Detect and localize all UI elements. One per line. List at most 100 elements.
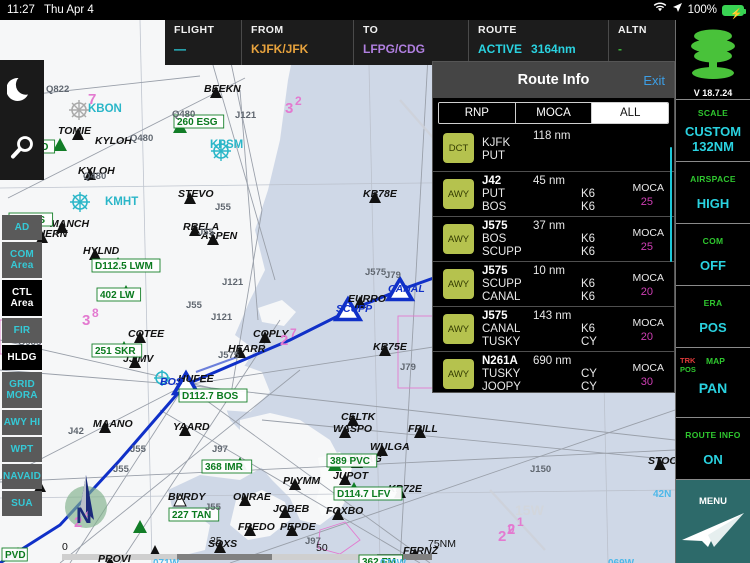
search-button[interactable] <box>0 120 44 180</box>
scale-label: SCALE <box>697 107 729 118</box>
layer-button-com-area[interactable]: COM Area <box>2 242 42 278</box>
moca-value: 25 <box>640 196 653 208</box>
leg-fir-to: K6 <box>581 291 596 303</box>
route-info-exit-button[interactable]: Exit <box>643 73 665 88</box>
route-cell[interactable]: ROUTE ACTIVE 3164nm <box>469 20 609 65</box>
moca-value: 25 <box>640 241 653 253</box>
leg-to-waypoint: TUSKY <box>482 336 521 348</box>
scale-button[interactable]: SCALE CUSTOM 132NM <box>676 100 750 162</box>
layer-button-hldg[interactable]: HLDG <box>2 345 42 370</box>
route-info-list[interactable]: DCT KJFK PUT 118 nm AWY J42 PUT BOS 45 nm K6 K6 MOC… <box>433 127 674 393</box>
airway-name: J575 <box>482 265 508 277</box>
layer-button-fir[interactable]: FIR <box>2 318 42 343</box>
leg-type-badge: AWY <box>443 224 474 254</box>
leg-type-badge: AWY <box>443 359 474 389</box>
moca-label: MOCA <box>632 362 665 374</box>
moca-label: MOCA <box>632 227 665 239</box>
leg-type-badge: AWY <box>443 179 474 209</box>
route-info-scrollbar[interactable] <box>669 147 672 262</box>
pos-indicator: POS <box>680 365 696 374</box>
moca-value: 20 <box>640 286 653 298</box>
wifi-icon <box>653 0 667 20</box>
app-root: 11:27 Thu Apr 4 100% ⚡ BEEKN TOMIE KYLOH… <box>0 0 750 563</box>
tab-moca[interactable]: MOCA <box>515 103 593 123</box>
route-label: ROUTE <box>478 24 517 36</box>
leg-fir-from: K6 <box>581 188 596 200</box>
route-distance: 3164nm <box>531 42 576 56</box>
leg-to-waypoint: SCUPP <box>482 246 522 258</box>
lido-stack-icon <box>691 29 735 79</box>
location-arrow-icon <box>672 0 683 20</box>
battery-percent: 100% <box>687 4 717 16</box>
battery-charging-icon: ⚡ <box>722 4 746 20</box>
left-tool-panel <box>0 60 44 180</box>
to-label: TO <box>363 24 379 36</box>
app-version: V 18.7.24 <box>676 86 750 100</box>
com-button[interactable]: COM OFF <box>676 224 750 286</box>
layer-button-awy-hi[interactable]: AWY HI <box>2 410 42 435</box>
night-mode-button[interactable] <box>0 60 44 120</box>
layer-button-wpt[interactable]: WPT <box>2 437 42 462</box>
map-layer-buttons: AD COM Area CTL Area FIR HLDG GRID MORA … <box>2 215 42 516</box>
scale-mode: CUSTOM <box>684 123 742 139</box>
layer-button-navaid[interactable]: NAVAID <box>2 464 42 489</box>
flight-info-bar: FLIGHT — FROM KJFK/JFK TO LFPG/CDG ROUTE… <box>165 20 750 65</box>
leg-distance: 37 nm <box>533 220 565 232</box>
flight-value: — <box>174 42 186 56</box>
leg-fir-to: CY <box>581 381 597 393</box>
leg-fir-from: CY <box>581 368 597 380</box>
route-info-row[interactable]: AWY J575 SCUPP CANAL 10 nm K6 K6 MOCA 20 <box>433 262 674 307</box>
flight-label: FLIGHT <box>174 24 215 36</box>
layer-button-ctl-area[interactable]: CTL Area <box>2 280 42 316</box>
from-cell[interactable]: FROM KJFK/JFK <box>242 20 354 65</box>
menu-button[interactable]: MENU <box>676 480 750 563</box>
tab-rnp[interactable]: RNP <box>439 103 516 123</box>
map-mode-button[interactable]: TRK POS MAP PAN <box>676 348 750 418</box>
trk-indicator: TRK <box>680 356 696 365</box>
leg-to-waypoint: PUT <box>482 150 505 162</box>
leg-fir-from: K6 <box>581 233 596 245</box>
route-info-title: Route Info <box>517 72 590 88</box>
airway-name: N261A <box>482 355 518 367</box>
era-label: ERA <box>703 298 723 308</box>
leg-distance: 690 nm <box>533 355 572 367</box>
flight-cell[interactable]: FLIGHT — <box>165 20 242 65</box>
route-info-button[interactable]: ROUTE INFO ON <box>676 418 750 480</box>
leg-fir-to: K6 <box>581 246 596 258</box>
era-button[interactable]: ERA POS <box>676 286 750 348</box>
leg-to-waypoint: CANAL <box>482 291 521 303</box>
moca-label: MOCA <box>632 317 665 329</box>
to-cell[interactable]: TO LFPG/CDG <box>354 20 469 65</box>
from-label: FROM <box>251 24 284 36</box>
route-info-row[interactable]: AWY J575 CANAL TUSKY 143 nm K6 CY MOCA 20 <box>433 307 674 352</box>
status-date: Thu Apr 4 <box>43 4 94 16</box>
route-info-row[interactable]: AWY J575 BOS SCUPP 37 nm K6 K6 MOCA 25 <box>433 217 674 262</box>
magnifier-icon <box>7 133 37 168</box>
map-label: MAP <box>706 356 725 366</box>
scale-range: 132NM <box>692 138 734 154</box>
leg-fir-from: K6 <box>581 278 596 290</box>
leg-from-waypoint: PUT <box>482 188 505 200</box>
route-info-row[interactable]: AWY N261A TUSKY JOOPY 690 nm CY CY MOCA 30 <box>433 352 674 393</box>
com-label: COM <box>702 236 724 246</box>
route-info-row[interactable]: AWY J42 PUT BOS 45 nm K6 K6 MOCA 25 <box>433 172 674 217</box>
leg-to-waypoint: BOS <box>482 201 507 213</box>
layer-button-sua[interactable]: SUA <box>2 491 42 516</box>
route-info-tabs: RNP MOCA ALL <box>438 102 669 124</box>
leg-fir-to: K6 <box>581 201 596 213</box>
leg-to-waypoint: JOOPY <box>482 381 521 393</box>
right-sidebar: V 18.7.24 SCALE CUSTOM 132NM AIRSPACE HI… <box>675 20 750 563</box>
layer-button-grid-mora[interactable]: GRID MORA <box>2 372 42 408</box>
from-value: KJFK/JFK <box>251 42 309 56</box>
route-info-panel[interactable]: Route Info Exit RNP MOCA ALL DCT KJFK PUT 1… <box>432 61 675 393</box>
map-mode-value: PAN <box>698 380 728 396</box>
leg-distance: 118 nm <box>533 130 571 142</box>
route-info-row[interactable]: DCT KJFK PUT 118 nm <box>433 127 674 172</box>
status-time: 11:27 <box>7 4 35 16</box>
leg-fir-to: CY <box>581 336 597 348</box>
leg-from-waypoint: TUSKY <box>482 368 521 380</box>
leg-distance: 143 nm <box>533 310 572 322</box>
airspace-button[interactable]: AIRSPACE HIGH <box>676 162 750 224</box>
tab-all[interactable]: ALL <box>592 103 668 123</box>
layer-button-ad[interactable]: AD <box>2 215 42 240</box>
